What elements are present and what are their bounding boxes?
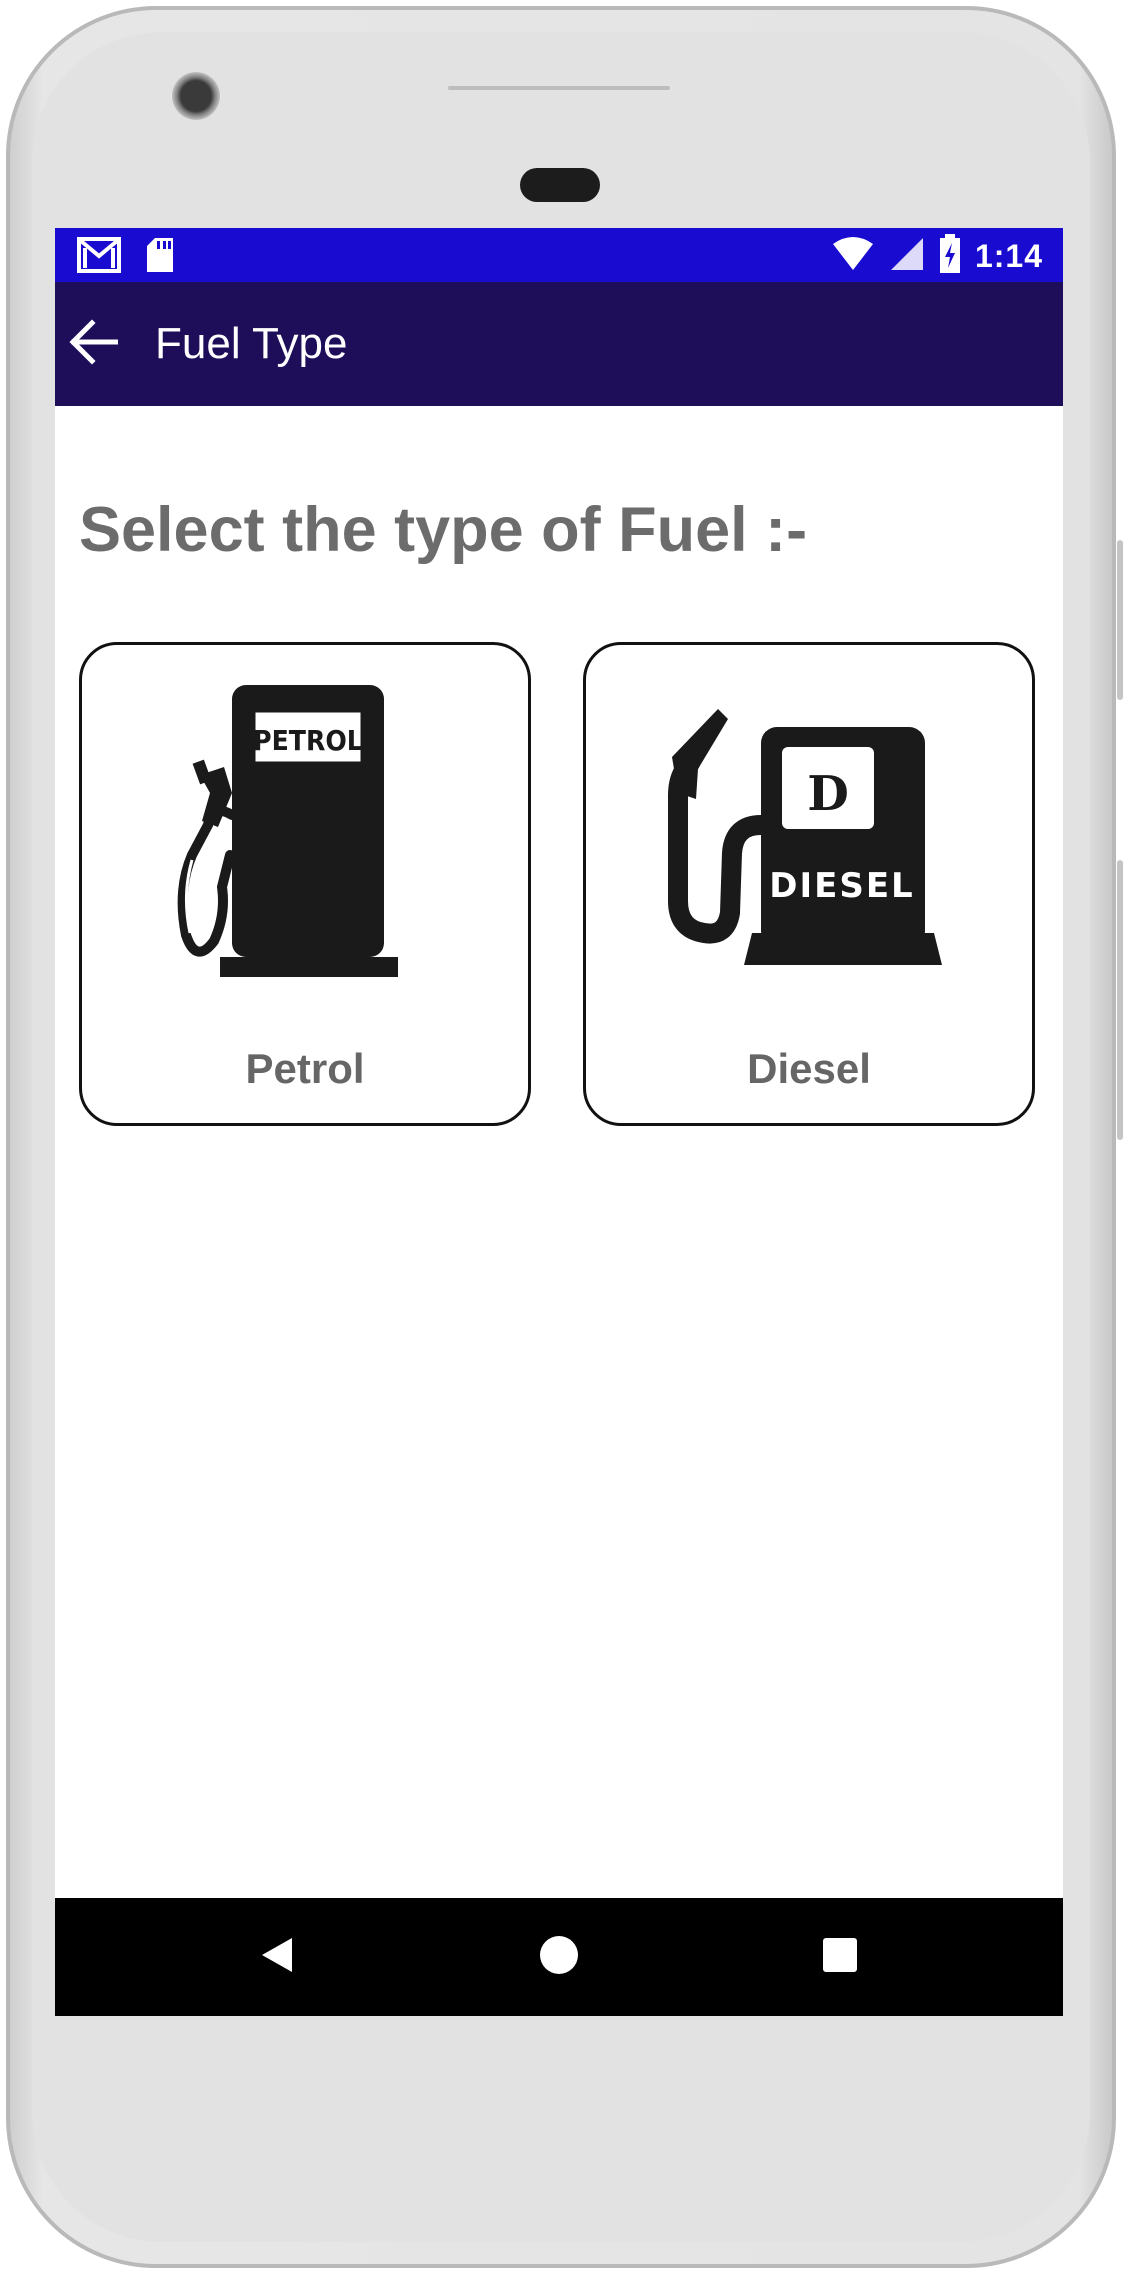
gmail-icon <box>77 236 121 279</box>
fuel-option-label: Diesel <box>747 1045 871 1092</box>
petrol-pump-icon: PETROL <box>82 675 528 995</box>
volume-button <box>1117 860 1123 1140</box>
diesel-sign-letter: D <box>807 766 849 822</box>
app-bar: Fuel Type <box>55 282 1063 406</box>
nav-home-button[interactable] <box>534 1932 584 1982</box>
diesel-pump-icon: D DIESEL <box>586 675 1032 995</box>
nav-recents-button[interactable] <box>815 1932 865 1982</box>
page-heading: Select the type of Fuel :- <box>79 495 808 565</box>
home-circle-icon <box>538 1934 580 1981</box>
recents-square-icon <box>822 1937 858 1978</box>
status-time: 1:14 <box>974 238 1043 274</box>
diesel-sign-text: DIESEL <box>769 866 914 906</box>
fuel-option-petrol[interactable]: PETROL Petrol <box>79 642 531 1126</box>
arrow-left-icon <box>68 318 119 370</box>
nav-back-button[interactable] <box>252 1932 302 1982</box>
sd-card-icon <box>145 236 175 279</box>
status-bar: 1:14 <box>55 228 1063 282</box>
app-title: Fuel Type <box>155 319 348 368</box>
screen: 1:14 Fuel Type Select the type of Fuel :… <box>55 228 1063 2016</box>
back-button[interactable] <box>65 316 121 372</box>
power-button <box>1117 540 1123 700</box>
back-triangle-icon <box>260 1936 294 1979</box>
speaker-grille <box>448 86 670 90</box>
fuel-option-diesel[interactable]: D DIESEL Diesel <box>583 642 1035 1126</box>
earpiece <box>520 168 600 202</box>
petrol-sign-text: PETROL <box>253 724 363 757</box>
front-camera <box>172 72 220 120</box>
battery-charging-icon <box>939 234 961 279</box>
fuel-option-label: Petrol <box>245 1045 365 1092</box>
navigation-bar <box>55 1898 1063 2016</box>
wifi-icon <box>831 236 875 277</box>
signal-icon <box>889 236 925 277</box>
